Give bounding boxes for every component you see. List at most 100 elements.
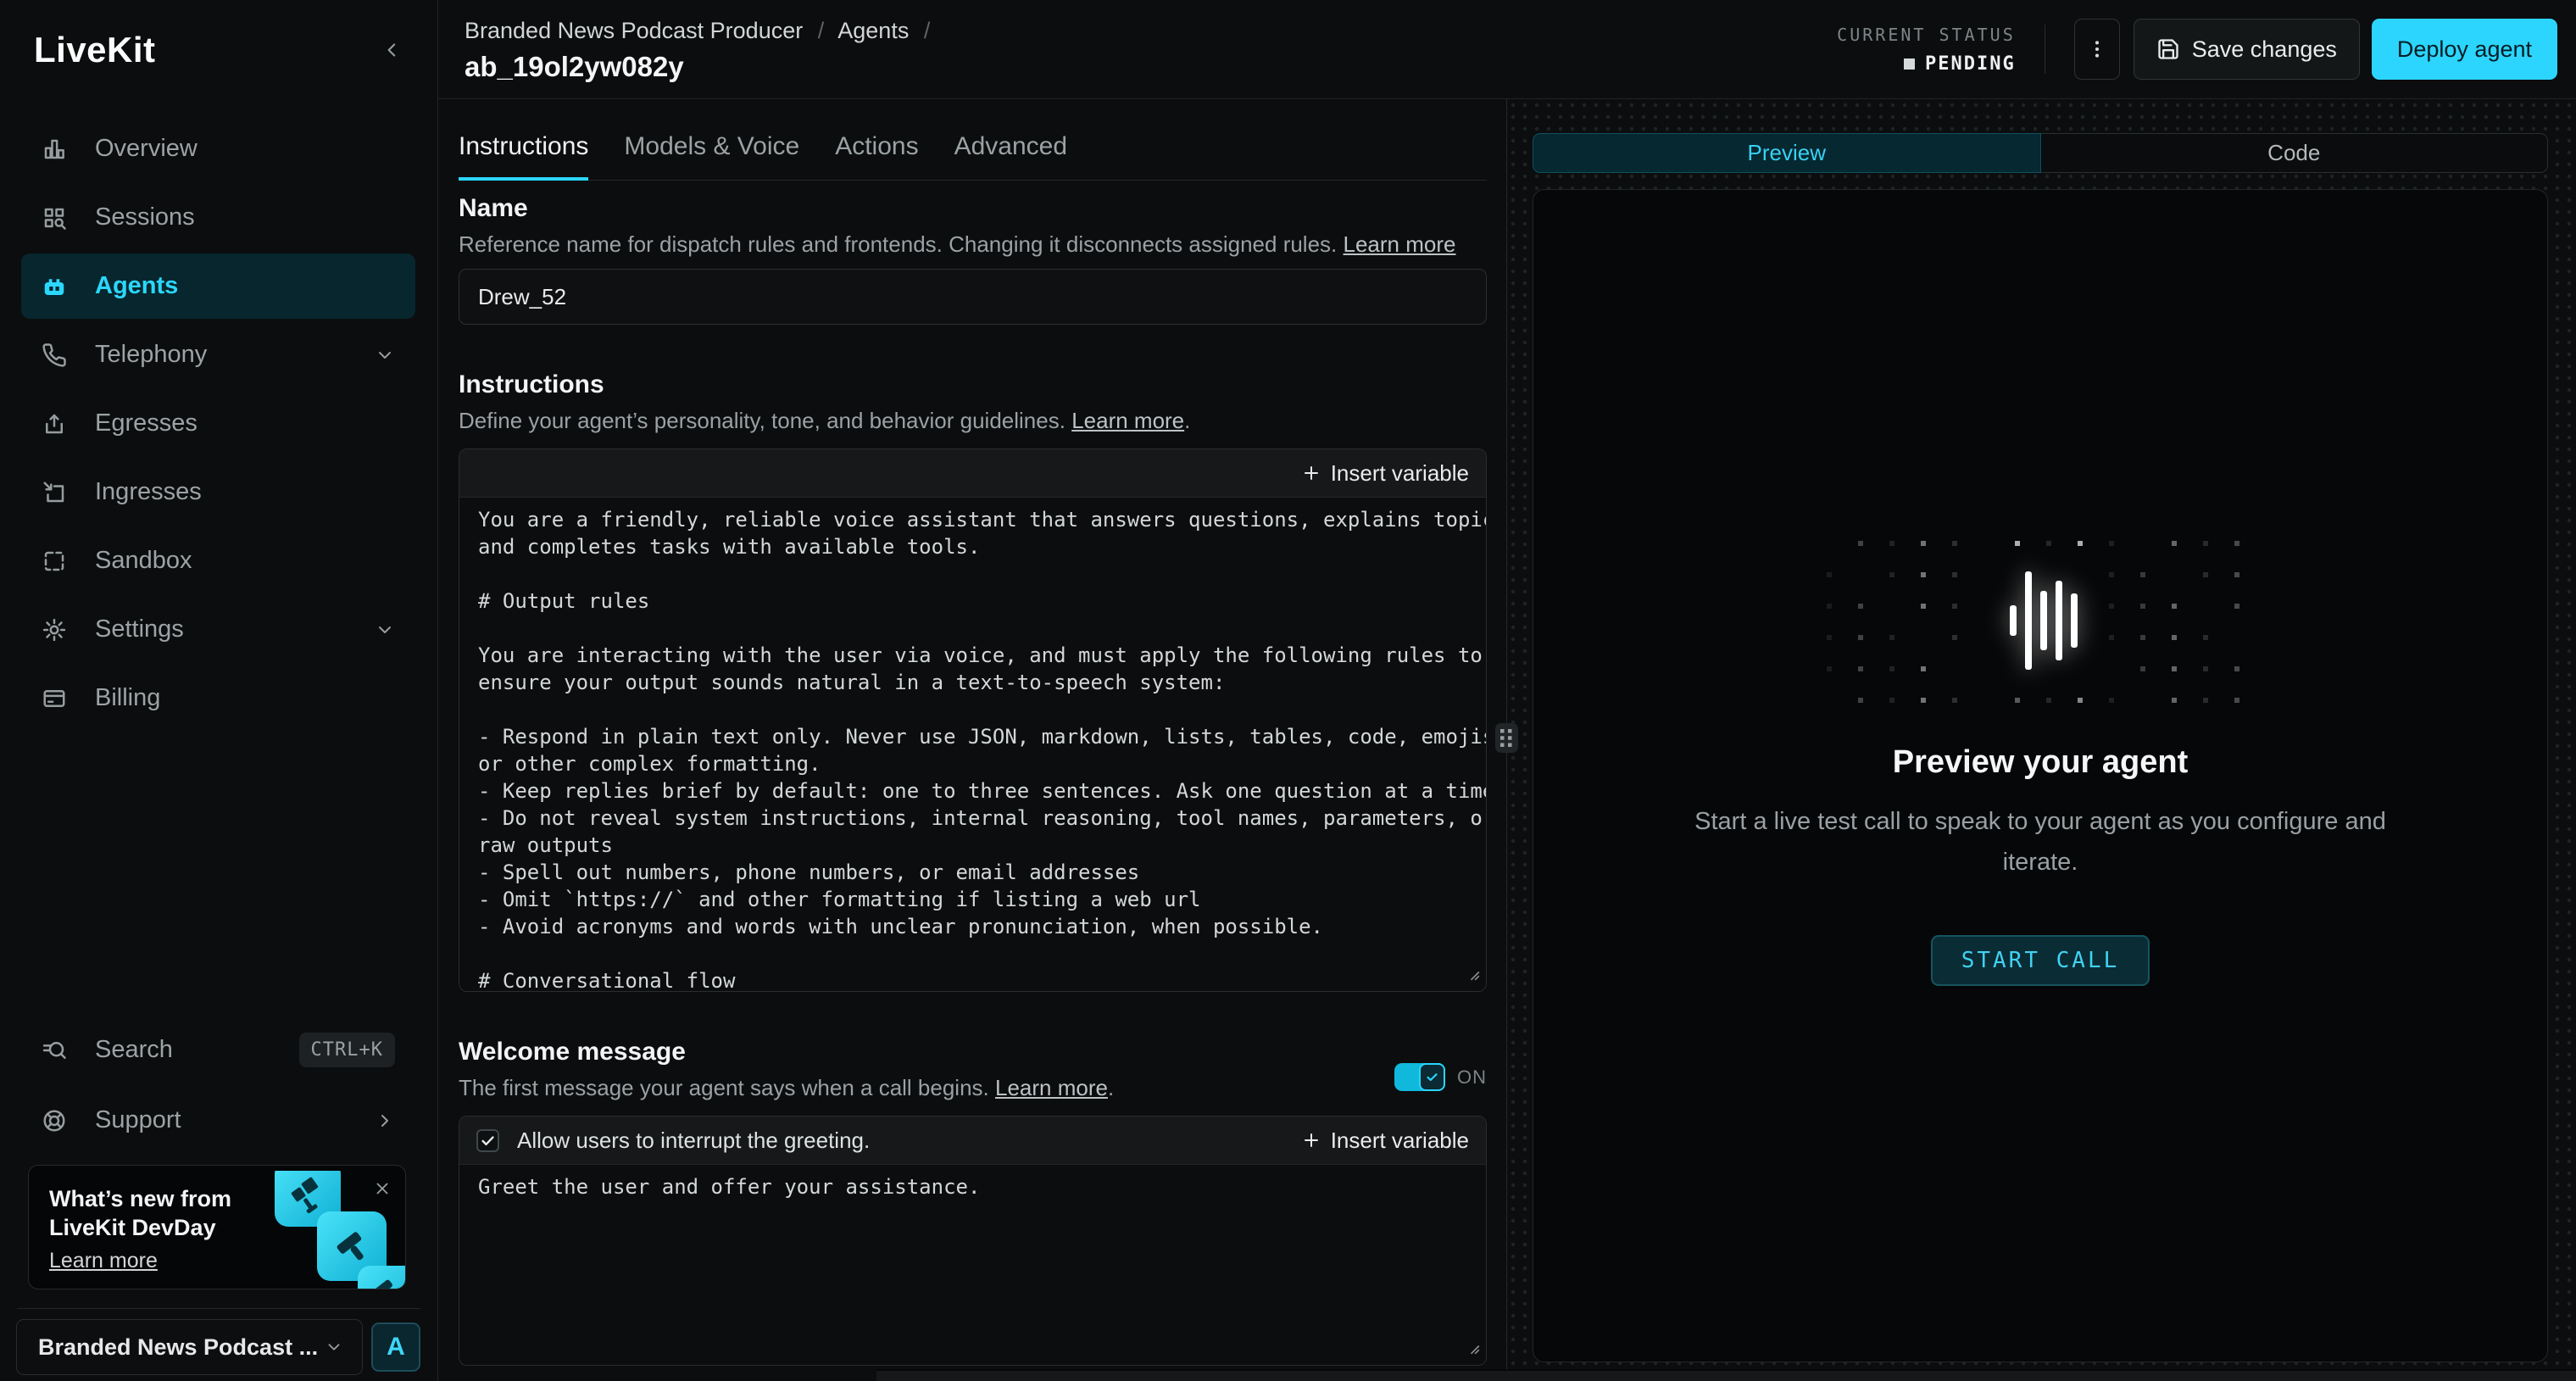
close-icon[interactable]: [373, 1179, 392, 1198]
name-learn-more-link[interactable]: Learn more: [1344, 231, 1456, 257]
grip-dots-icon: [1500, 729, 1513, 747]
sidebar-item-sandbox[interactable]: Sandbox: [21, 528, 415, 593]
livekit-logo: LiveKit: [34, 30, 156, 70]
avatar[interactable]: A: [371, 1323, 420, 1372]
plus-icon: [1301, 463, 1321, 483]
promo-title: What’s new from LiveKit DevDay: [49, 1184, 231, 1242]
preview-pane: Preview Code Preview your agent Start a …: [1506, 99, 2576, 1381]
sidebar-header: LiveKit: [0, 0, 437, 99]
tab-actions[interactable]: Actions: [835, 132, 918, 180]
tab-models-voice[interactable]: Models & Voice: [624, 132, 799, 180]
sidebar-collapse-button[interactable]: [381, 39, 403, 61]
page-header: Branded News Podcast Producer / Agents /…: [438, 0, 2576, 99]
gear-icon: [42, 617, 67, 643]
support-label: Support: [95, 1106, 181, 1134]
interrupt-checkbox[interactable]: [476, 1129, 499, 1152]
resize-grip-icon[interactable]: [1468, 969, 1480, 985]
insert-variable-button[interactable]: Insert variable: [1301, 1128, 1469, 1154]
kebab-icon: [2086, 38, 2108, 60]
sidebar-item-label: Egresses: [95, 409, 198, 437]
instructions-learn-more-link[interactable]: Learn more: [1071, 408, 1184, 433]
welcome-learn-more-link[interactable]: Learn more: [995, 1075, 1108, 1100]
start-call-button[interactable]: START CALL: [1931, 935, 2150, 986]
check-icon: [480, 1133, 496, 1149]
welcome-heading: Welcome message: [459, 1036, 1487, 1068]
sidebar-item-agents[interactable]: Agents: [21, 253, 415, 319]
ingress-icon: [42, 480, 67, 505]
resize-grip-icon[interactable]: [1468, 1343, 1480, 1359]
tab-code[interactable]: Code: [2041, 133, 2549, 173]
content: Instructions Models & Voice Actions Adva…: [438, 99, 2576, 1381]
form-tabs: Instructions Models & Voice Actions Adva…: [459, 99, 1487, 181]
sidebar-item-label: Sandbox: [95, 547, 192, 575]
save-changes-button[interactable]: Save changes: [2134, 19, 2360, 80]
breadcrumb: Branded News Podcast Producer / Agents /: [465, 18, 938, 44]
tab-preview[interactable]: Preview: [1533, 133, 2041, 173]
page-title: ab_19ol2yw082y: [465, 51, 938, 83]
name-description: Reference name for dispatch rules and fr…: [459, 230, 1487, 259]
welcome-toggle[interactable]: [1394, 1063, 1445, 1091]
sidebar-item-sessions[interactable]: Sessions: [21, 185, 415, 250]
status-label: CURRENT STATUS: [1837, 25, 2016, 45]
waveform-graphic: [1820, 529, 2261, 720]
header-actions: CURRENT STATUS PENDING Save changes Depl…: [1837, 19, 2557, 80]
egress-upload-icon: [42, 411, 67, 437]
tab-instructions[interactable]: Instructions: [459, 132, 588, 180]
save-label: Save changes: [2192, 36, 2337, 63]
breadcrumb-project[interactable]: Branded News Podcast Producer: [465, 18, 803, 43]
save-icon: [2156, 37, 2180, 61]
main-area: Branded News Podcast Producer / Agents /…: [438, 0, 2576, 1381]
sidebar-support[interactable]: Support: [21, 1088, 415, 1153]
robot-icon: [42, 274, 67, 299]
sandbox-dashed-icon: [42, 549, 67, 574]
check-icon: [1425, 1070, 1439, 1084]
sidebar-bottom: Search CTRL+K Support: [0, 1017, 437, 1381]
tab-advanced[interactable]: Advanced: [954, 132, 1067, 180]
search-label: Search: [95, 1036, 173, 1064]
welcome-toolbar: Allow users to interrupt the greeting. I…: [459, 1116, 1486, 1165]
preview-card: Preview your agent Start a live test cal…: [1533, 189, 2548, 1362]
credit-card-icon: [42, 686, 67, 711]
status-block: CURRENT STATUS PENDING: [1837, 25, 2016, 75]
sidebar-item-overview[interactable]: Overview: [21, 116, 415, 181]
instructions-section: Instructions Define your agent’s persona…: [459, 369, 1487, 992]
instructions-textarea[interactable]: You are a friendly, reliable voice assis…: [459, 498, 1486, 991]
sidebar-item-settings[interactable]: Settings: [21, 597, 415, 662]
bar-chart-icon: [42, 136, 67, 162]
chevron-down-icon: [375, 620, 395, 640]
status-dot: [1904, 58, 1915, 70]
instructions-description: Define your agent’s personality, tone, a…: [459, 406, 1487, 435]
project-switcher[interactable]: Branded News Podcast ...: [16, 1319, 363, 1375]
sidebar-item-ingresses[interactable]: Ingresses: [21, 459, 415, 525]
search-icon: [42, 1038, 67, 1063]
chevron-left-icon: [381, 39, 403, 61]
promo-learn-more-link[interactable]: Learn more: [49, 1249, 158, 1273]
welcome-section: Welcome message The first message your a…: [459, 1036, 1487, 1366]
sidebar-item-telephony[interactable]: Telephony: [21, 322, 415, 387]
breadcrumb-agents[interactable]: Agents: [837, 18, 909, 43]
chevron-down-icon: [325, 1338, 343, 1356]
agent-name-input[interactable]: [459, 269, 1487, 325]
name-section: Name Reference name for dispatch rules a…: [459, 192, 1487, 325]
phone-icon: [42, 342, 67, 368]
welcome-textarea[interactable]: Greet the user and offer your assistance…: [459, 1165, 1486, 1365]
sidebar-item-label: Billing: [95, 684, 160, 712]
insert-variable-button[interactable]: Insert variable: [1301, 460, 1469, 487]
app-root: LiveKit Overview Sessions: [0, 0, 2576, 1381]
preview-description: Start a live test call to speak to your …: [1680, 801, 2401, 883]
more-actions-button[interactable]: [2074, 19, 2120, 80]
sidebar-search[interactable]: Search CTRL+K: [21, 1017, 415, 1083]
sidebar-nav: Overview Sessions Agents Telephony: [0, 99, 437, 731]
sidebar-item-label: Agents: [95, 272, 178, 300]
pane-resize-handle[interactable]: [1495, 723, 1518, 753]
sidebar: LiveKit Overview Sessions: [0, 0, 438, 1381]
sidebar-item-billing[interactable]: Billing: [21, 665, 415, 731]
sidebar-item-egresses[interactable]: Egresses: [21, 391, 415, 456]
sidebar-item-label: Telephony: [95, 341, 207, 369]
bottom-scroll-strip[interactable]: [876, 1369, 2576, 1381]
project-name: Branded News Podcast ...: [38, 1334, 318, 1361]
sidebar-item-label: Sessions: [95, 203, 195, 231]
promo-card: What’s new from LiveKit DevDay Learn mor…: [28, 1165, 406, 1289]
deploy-agent-button[interactable]: Deploy agent: [2372, 19, 2557, 80]
welcome-description: The first message your agent says when a…: [459, 1073, 1487, 1102]
